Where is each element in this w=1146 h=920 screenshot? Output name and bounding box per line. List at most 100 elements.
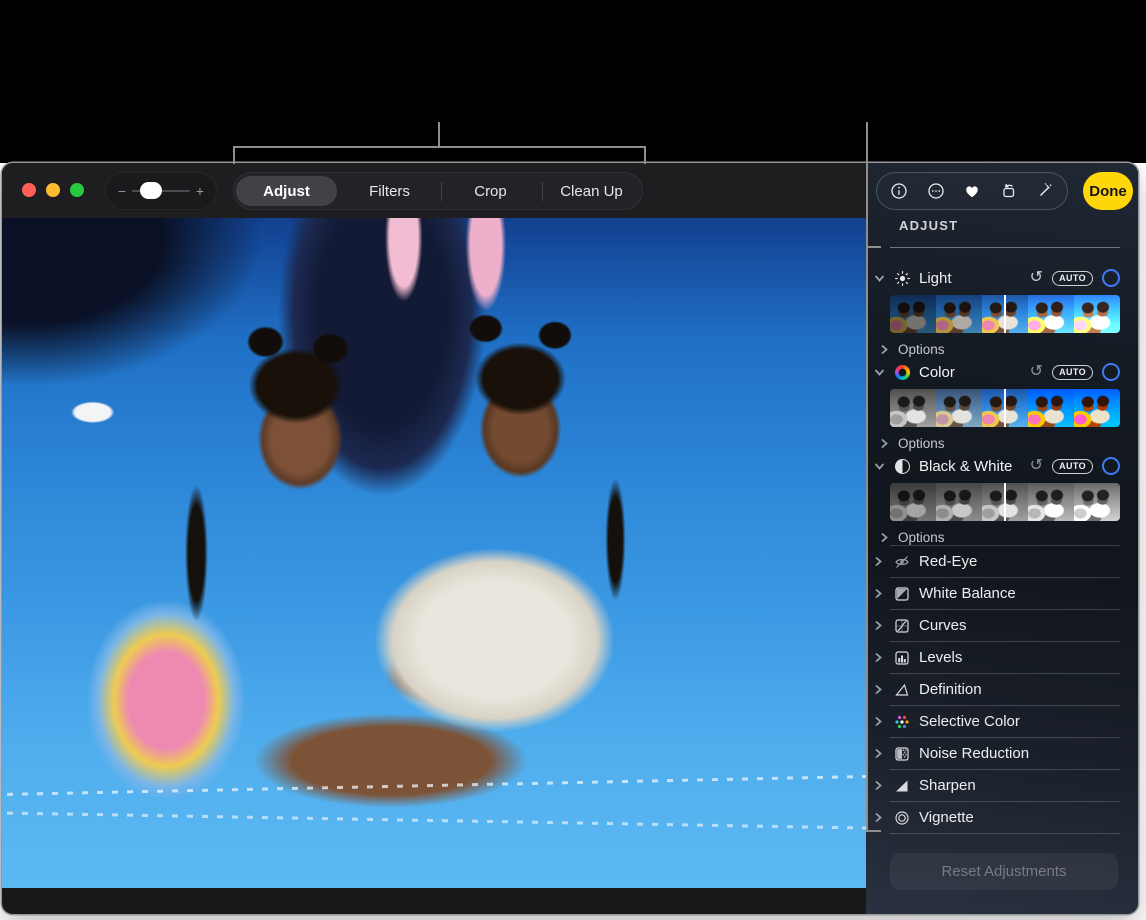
auto-enhance-icon[interactable] bbox=[1034, 180, 1056, 202]
curves-icon bbox=[893, 618, 911, 634]
black-white-options-toggle[interactable]: Options bbox=[866, 527, 1138, 547]
strip-thumbnail bbox=[890, 483, 936, 521]
tool-row-red-eye[interactable]: Red-Eye bbox=[866, 546, 1138, 577]
tool-row-vignette[interactable]: Vignette bbox=[866, 802, 1138, 833]
tool-label: Sharpen bbox=[919, 777, 976, 794]
divider bbox=[441, 182, 442, 201]
chevron-down-icon[interactable] bbox=[874, 367, 885, 378]
callout-line bbox=[233, 146, 235, 164]
minimize-button[interactable] bbox=[46, 183, 60, 197]
color-section-header[interactable]: Color ↺ AUTO bbox=[866, 357, 1138, 387]
options-label: Options bbox=[898, 530, 945, 545]
chevron-right-icon[interactable] bbox=[880, 532, 891, 543]
chevron-right-icon[interactable] bbox=[880, 344, 891, 355]
chevron-down-icon[interactable] bbox=[874, 273, 885, 284]
chevron-right-icon[interactable] bbox=[874, 716, 885, 727]
noise-reduction-icon bbox=[893, 746, 911, 762]
red-eye-icon bbox=[893, 554, 911, 570]
undo-icon[interactable]: ↺ bbox=[1030, 458, 1043, 474]
chevron-right-icon[interactable] bbox=[874, 684, 885, 695]
zoom-out-button[interactable]: − bbox=[116, 184, 128, 198]
tool-label: White Balance bbox=[919, 585, 1016, 602]
rotate-icon[interactable] bbox=[998, 180, 1020, 202]
color-adjustment-strip[interactable] bbox=[890, 389, 1120, 427]
close-button[interactable] bbox=[22, 183, 36, 197]
strip-thumbnail bbox=[936, 483, 982, 521]
tool-row-white-balance[interactable]: White Balance bbox=[866, 578, 1138, 609]
callout-line bbox=[438, 122, 440, 147]
chevron-down-icon[interactable] bbox=[874, 461, 885, 472]
tool-row-levels[interactable]: Levels bbox=[866, 642, 1138, 673]
vignette-icon bbox=[893, 810, 911, 826]
tool-row-definition[interactable]: Definition bbox=[866, 674, 1138, 705]
section-label: Light bbox=[919, 270, 952, 287]
color-options-toggle[interactable]: Options bbox=[866, 433, 1138, 453]
chevron-right-icon[interactable] bbox=[874, 620, 885, 631]
zoom-window-button[interactable] bbox=[70, 183, 84, 197]
tool-row-sharpen[interactable]: Sharpen bbox=[866, 770, 1138, 801]
tab-crop[interactable]: Crop bbox=[440, 173, 541, 209]
background-top bbox=[0, 0, 1146, 163]
strip-value-indicator[interactable] bbox=[1004, 295, 1006, 333]
auto-button[interactable]: AUTO bbox=[1052, 459, 1093, 474]
chevron-right-icon[interactable] bbox=[874, 652, 885, 663]
color-wheel-icon bbox=[893, 365, 911, 380]
photo-action-bar bbox=[876, 172, 1068, 210]
light-options-toggle[interactable]: Options bbox=[866, 339, 1138, 359]
white-balance-icon bbox=[893, 586, 911, 602]
divider bbox=[542, 182, 543, 201]
divider bbox=[890, 833, 1120, 834]
tool-row-noise-reduction[interactable]: Noise Reduction bbox=[866, 738, 1138, 769]
auto-button[interactable]: AUTO bbox=[1052, 365, 1093, 380]
light-section-header[interactable]: Light ↺ AUTO bbox=[866, 263, 1138, 293]
callout-line bbox=[644, 146, 646, 164]
mat-seam-line bbox=[2, 775, 866, 797]
photos-edit-window: − + Adjust Filters Crop Clean Up bbox=[2, 163, 1138, 914]
definition-icon bbox=[893, 682, 911, 698]
info-icon[interactable] bbox=[888, 180, 910, 202]
reset-adjustments-button[interactable]: Reset Adjustments bbox=[890, 853, 1118, 890]
enable-checkbox[interactable] bbox=[1102, 363, 1120, 381]
tool-row-selective-color[interactable]: Selective Color bbox=[866, 706, 1138, 737]
light-adjustment-strip[interactable] bbox=[890, 295, 1120, 333]
undo-icon[interactable]: ↺ bbox=[1030, 270, 1043, 286]
chevron-right-icon[interactable] bbox=[874, 556, 885, 567]
tool-row-curves[interactable]: Curves bbox=[866, 610, 1138, 641]
options-label: Options bbox=[898, 342, 945, 357]
zoom-slider[interactable]: − + bbox=[105, 172, 217, 210]
black-white-adjustment-strip[interactable] bbox=[890, 483, 1120, 521]
strip-thumbnail bbox=[1028, 295, 1074, 333]
undo-icon[interactable]: ↺ bbox=[1030, 364, 1043, 380]
divider bbox=[890, 247, 1120, 248]
light-sun-icon bbox=[893, 270, 911, 287]
favorite-icon[interactable] bbox=[961, 180, 983, 202]
strip-value-indicator[interactable] bbox=[1004, 483, 1006, 521]
zoom-slider-knob[interactable] bbox=[140, 182, 162, 199]
chevron-right-icon[interactable] bbox=[874, 588, 885, 599]
letterbox-bar bbox=[2, 888, 866, 914]
strip-thumbnail bbox=[890, 389, 936, 427]
black-white-section-header[interactable]: Black & White ↺ AUTO bbox=[866, 451, 1138, 481]
photo-canvas bbox=[2, 218, 866, 888]
strip-value-indicator[interactable] bbox=[1004, 389, 1006, 427]
chevron-right-icon[interactable] bbox=[874, 812, 885, 823]
tab-adjust[interactable]: Adjust bbox=[236, 176, 337, 206]
zoom-slider-track[interactable] bbox=[132, 190, 190, 192]
callout-line bbox=[866, 122, 868, 832]
enable-checkbox[interactable] bbox=[1102, 269, 1120, 287]
zoom-in-button[interactable]: + bbox=[194, 184, 206, 198]
strip-thumbnail bbox=[1028, 483, 1074, 521]
tab-filters[interactable]: Filters bbox=[339, 173, 440, 209]
done-button[interactable]: Done bbox=[1083, 172, 1133, 210]
chevron-right-icon[interactable] bbox=[880, 438, 891, 449]
more-icon[interactable] bbox=[925, 180, 947, 202]
chevron-right-icon[interactable] bbox=[874, 780, 885, 791]
section-label: Black & White bbox=[919, 458, 1012, 475]
auto-button[interactable]: AUTO bbox=[1052, 271, 1093, 286]
enable-checkbox[interactable] bbox=[1102, 457, 1120, 475]
chevron-right-icon[interactable] bbox=[874, 748, 885, 759]
tab-clean-up[interactable]: Clean Up bbox=[541, 173, 642, 209]
screenshot-stage: − + Adjust Filters Crop Clean Up bbox=[0, 0, 1146, 920]
callout-line bbox=[233, 146, 646, 148]
options-label: Options bbox=[898, 436, 945, 451]
